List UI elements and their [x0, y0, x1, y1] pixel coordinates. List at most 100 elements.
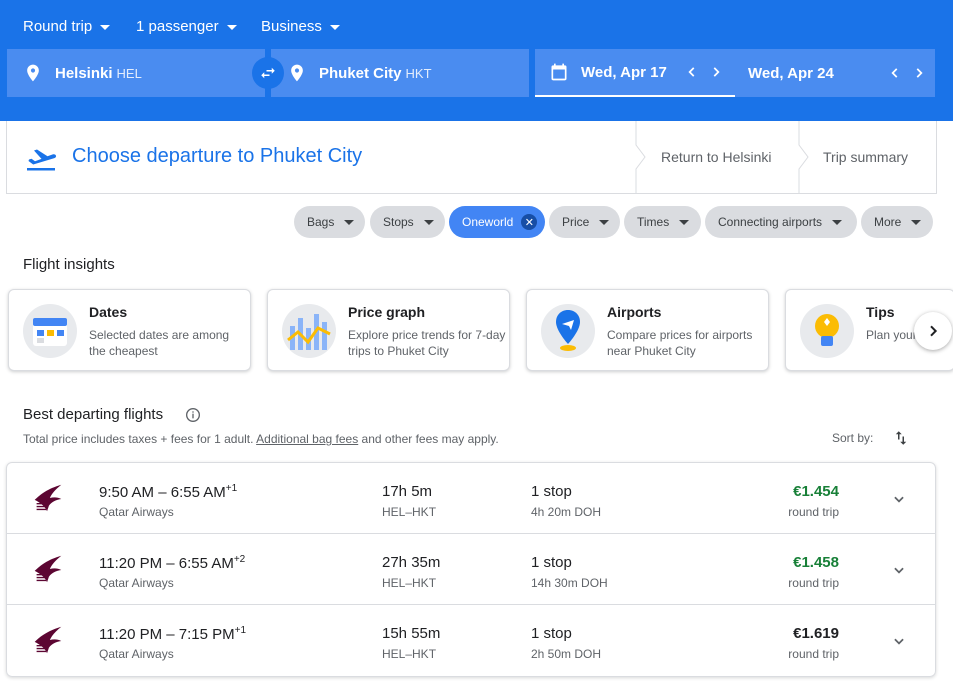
- caret-down-icon: [344, 219, 355, 225]
- insight-card-airports[interactable]: Airports Compare prices for airports nea…: [526, 289, 769, 371]
- insight-card-dates[interactable]: Dates Selected dates are among the cheap…: [8, 289, 251, 371]
- caret-down-icon: [599, 219, 610, 225]
- qatar-airways-logo: [34, 626, 62, 654]
- stop-count: 1 stop: [531, 554, 572, 571]
- clear-filter-icon[interactable]: ✕: [521, 214, 538, 230]
- filter-price[interactable]: Price: [549, 206, 620, 238]
- next-return-date-button[interactable]: [908, 62, 930, 84]
- filter-stops[interactable]: Stops: [370, 206, 445, 238]
- prev-date-button[interactable]: [681, 61, 703, 83]
- airline-name: Qatar Airways: [99, 505, 174, 519]
- booking-steps: Choose departure to Phuket City Return t…: [6, 121, 937, 194]
- cabin-class-select[interactable]: Business: [261, 16, 340, 36]
- caret-down-icon: [679, 219, 690, 225]
- return-date-field[interactable]: Wed, Apr 24: [735, 49, 935, 97]
- flight-price: €1.619: [793, 625, 839, 642]
- chevron-left-icon: [891, 68, 898, 78]
- layover-info: 14h 30m DOH: [531, 576, 608, 590]
- qatar-airways-logo: [34, 555, 62, 583]
- bag-fees-link[interactable]: Additional bag fees: [256, 432, 358, 446]
- passengers-label: 1 passenger: [136, 17, 219, 35]
- chevron-down-icon: [894, 496, 904, 503]
- caret-down-icon: [329, 24, 340, 30]
- passengers-select[interactable]: 1 passenger: [136, 16, 237, 36]
- insight-desc: Compare prices for airports near Phuket …: [607, 328, 753, 358]
- stop-count: 1 stop: [531, 483, 572, 500]
- depart-date-field[interactable]: Wed, Apr 17: [535, 49, 735, 97]
- results-heading: Best departing flights: [23, 406, 164, 423]
- destination-field[interactable]: Phuket City HKT: [271, 49, 529, 97]
- flight-route: HEL–HKT: [382, 647, 437, 661]
- filter-label: Bags: [307, 215, 335, 229]
- flight-list: 9:50 AM – 6:55 AM+1 Qatar Airways 17h 5m…: [6, 462, 936, 677]
- qatar-airways-logo: [34, 484, 62, 512]
- insights-heading: Flight insights: [23, 256, 115, 273]
- depart-time: 11:20 PM: [99, 555, 163, 572]
- filter-oneworld[interactable]: Oneworld ✕: [449, 206, 545, 238]
- flight-row[interactable]: 11:20 PM – 7:15 PM+1 Qatar Airways 15h 5…: [7, 605, 935, 676]
- return-date: Wed, Apr 24: [748, 64, 834, 82]
- arrive-time: 6:55 AM: [178, 555, 234, 572]
- insight-card-price-graph[interactable]: Price graph Explore price trends for 7-d…: [267, 289, 510, 371]
- filter-label: Stops: [383, 215, 414, 229]
- insights-next-button[interactable]: [914, 312, 952, 350]
- expand-button[interactable]: [889, 489, 909, 509]
- airline-name: Qatar Airways: [99, 647, 174, 661]
- flight-price: €1.458: [793, 554, 839, 571]
- departing-plane-icon: [27, 149, 57, 171]
- flight-times: 9:50 AM – 6:55 AM+1: [99, 483, 238, 501]
- origin-code: HEL: [116, 65, 142, 81]
- flight-times: 11:20 PM – 7:15 PM+1: [99, 625, 247, 643]
- filter-bags[interactable]: Bags: [294, 206, 365, 238]
- origin-field[interactable]: Helsinki HEL: [7, 49, 265, 97]
- filter-connecting-airports[interactable]: Connecting airports: [705, 206, 857, 238]
- layover-info: 4h 20m DOH: [531, 505, 602, 519]
- next-date-button[interactable]: [705, 61, 727, 83]
- step-return[interactable]: Return to Helsinki: [661, 121, 772, 193]
- arrive-time: 6:55 AM: [170, 484, 226, 501]
- chevron-right-icon: [713, 67, 720, 77]
- filter-label: Oneworld: [462, 215, 514, 229]
- info-icon[interactable]: [185, 407, 201, 423]
- flight-duration: 17h 5m: [382, 483, 433, 500]
- calendar-icon: [551, 63, 567, 81]
- chevron-right-icon: [916, 68, 923, 78]
- arrive-time: 7:15 PM: [178, 626, 235, 643]
- day-offset: +1: [225, 483, 238, 494]
- sort-label: Sort by:: [832, 431, 874, 445]
- swap-airports-button[interactable]: [252, 57, 284, 89]
- insight-desc: Explore price trends for 7-day trips to …: [348, 328, 506, 358]
- filter-label: Times: [637, 215, 670, 229]
- step-current: Choose departure to Phuket City: [72, 145, 363, 167]
- expand-button[interactable]: [889, 631, 909, 651]
- day-offset: +2: [233, 554, 246, 565]
- trip-type-label: Round trip: [23, 17, 93, 35]
- insight-title: Airports: [607, 304, 662, 320]
- swap-icon: [261, 67, 275, 79]
- airline-name: Qatar Airways: [99, 576, 174, 590]
- flight-route: HEL–HKT: [382, 505, 437, 519]
- filter-times[interactable]: Times: [624, 206, 701, 238]
- chevron-left-icon: [688, 67, 695, 77]
- prev-return-date-button[interactable]: [884, 62, 906, 84]
- flight-row[interactable]: 9:50 AM – 6:55 AM+1 Qatar Airways 17h 5m…: [7, 463, 935, 534]
- filter-more[interactable]: More: [861, 206, 933, 238]
- expand-button[interactable]: [889, 560, 909, 580]
- filter-label: Price: [562, 215, 590, 229]
- insight-title: Tips: [866, 304, 895, 320]
- chevron-right-icon: [930, 325, 938, 337]
- flight-times: 11:20 PM – 6:55 AM+2: [99, 554, 246, 572]
- flight-row[interactable]: 11:20 PM – 6:55 AM+2 Qatar Airways 27h 3…: [7, 534, 935, 605]
- sort-icon[interactable]: [892, 429, 910, 447]
- caret-down-icon: [911, 219, 922, 225]
- lightbulb-icon: [800, 304, 854, 358]
- price-type: round trip: [788, 647, 839, 661]
- chevron-down-icon: [894, 638, 904, 645]
- price-disclaimer: Total price includes taxes + fees for 1 …: [23, 432, 499, 446]
- step-summary[interactable]: Trip summary: [823, 121, 908, 193]
- trip-type-select[interactable]: Round trip: [23, 16, 111, 36]
- location-pin-icon: [27, 64, 39, 82]
- flight-route: HEL–HKT: [382, 576, 437, 590]
- filter-label: More: [874, 215, 902, 229]
- caret-down-icon: [100, 24, 111, 30]
